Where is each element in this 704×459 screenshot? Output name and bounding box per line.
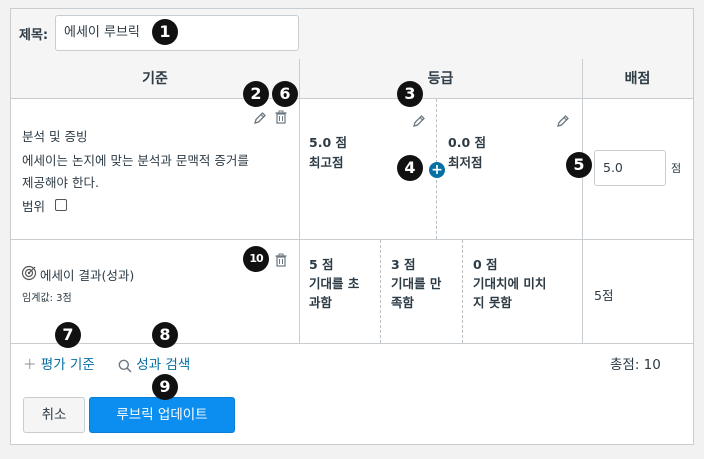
row-divider xyxy=(11,343,693,344)
outcome-target-icon xyxy=(21,265,37,284)
rating-points: 0.0 점 xyxy=(448,135,486,150)
callout-badge: 6 xyxy=(272,81,298,107)
rating-divider xyxy=(380,240,381,343)
rating-label: 지 못함 xyxy=(473,295,512,310)
update-rubric-button[interactable]: 루브릭 업데이트 xyxy=(89,397,235,433)
callout-badge: 8 xyxy=(152,322,178,348)
title-row: 제목: 에세이 루브릭 xyxy=(11,9,693,60)
row-divider xyxy=(11,239,693,240)
rating-label: 최고점 xyxy=(309,155,344,170)
points-input[interactable]: 5.0 xyxy=(594,150,666,186)
title-label: 제목: xyxy=(19,28,49,43)
rubric-editor: 제목: 에세이 루브릭 기준 등급 배점 분석 및 증빙 에세이는 논지에 맞는… xyxy=(10,8,694,445)
add-criterion-label: 평가 기준 xyxy=(40,357,95,373)
add-criterion-link[interactable]: ＋ 평가 기준 xyxy=(23,353,95,373)
pencil-icon[interactable] xyxy=(411,113,427,132)
callout-badge: 5 xyxy=(566,152,592,178)
rating-points: 5.0 점 xyxy=(309,135,347,150)
cancel-button[interactable]: 취소 xyxy=(23,397,85,433)
find-outcome-label: 성과 검색 xyxy=(136,357,191,373)
points-unit: 점 xyxy=(671,162,682,175)
column-divider xyxy=(299,59,300,343)
criterion-name: 분석 및 증빙 xyxy=(22,129,88,144)
rating-label: 기대를 만 xyxy=(391,276,442,291)
callout-badge: 1 xyxy=(152,19,178,45)
rating-label: 최저점 xyxy=(448,155,483,170)
pencil-icon[interactable] xyxy=(555,113,571,132)
criterion-description: 에세이는 논지에 맞는 분석과 문맥적 증거를 xyxy=(22,153,249,168)
pencil-icon[interactable] xyxy=(252,110,268,129)
outcome-name: 에세이 결과(성과) xyxy=(40,268,135,283)
callout-badge: 3 xyxy=(397,81,423,107)
rating-divider xyxy=(462,240,463,343)
rating-points: 0 점 xyxy=(473,257,498,272)
total-points: 총점: 10 xyxy=(610,357,661,373)
rating-points: 5 점 xyxy=(309,257,334,272)
add-rating-icon[interactable]: + xyxy=(429,162,445,178)
rating-label: 족함 xyxy=(391,295,415,310)
outcome-points: 5점 xyxy=(594,288,614,303)
range-checkbox[interactable] xyxy=(55,199,67,211)
trash-icon[interactable] xyxy=(273,109,289,128)
rating-points: 3 점 xyxy=(391,257,416,272)
criterion-description: 제공해야 한다. xyxy=(22,175,99,190)
plus-icon: ＋ xyxy=(23,357,37,373)
outcome-threshold: 임계값: 3점 xyxy=(22,293,72,304)
header-points: 배점 xyxy=(582,59,693,99)
rating-label: 기대를 초 xyxy=(309,276,360,291)
callout-badge: 9 xyxy=(152,374,178,400)
callout-badge: 10 xyxy=(243,246,269,272)
find-outcome-link[interactable]: 성과 검색 xyxy=(118,353,190,375)
range-label: 범위 xyxy=(22,199,46,214)
callout-badge: 7 xyxy=(55,322,81,348)
callout-badge: 2 xyxy=(243,81,269,107)
callout-badge: 4 xyxy=(397,155,423,181)
search-icon xyxy=(118,359,132,377)
column-divider xyxy=(582,59,583,343)
header-ratings: 등급 xyxy=(299,59,582,99)
trash-icon[interactable] xyxy=(273,252,289,271)
rating-label: 기대치에 미치 xyxy=(473,276,547,291)
rating-label: 과함 xyxy=(309,295,333,310)
